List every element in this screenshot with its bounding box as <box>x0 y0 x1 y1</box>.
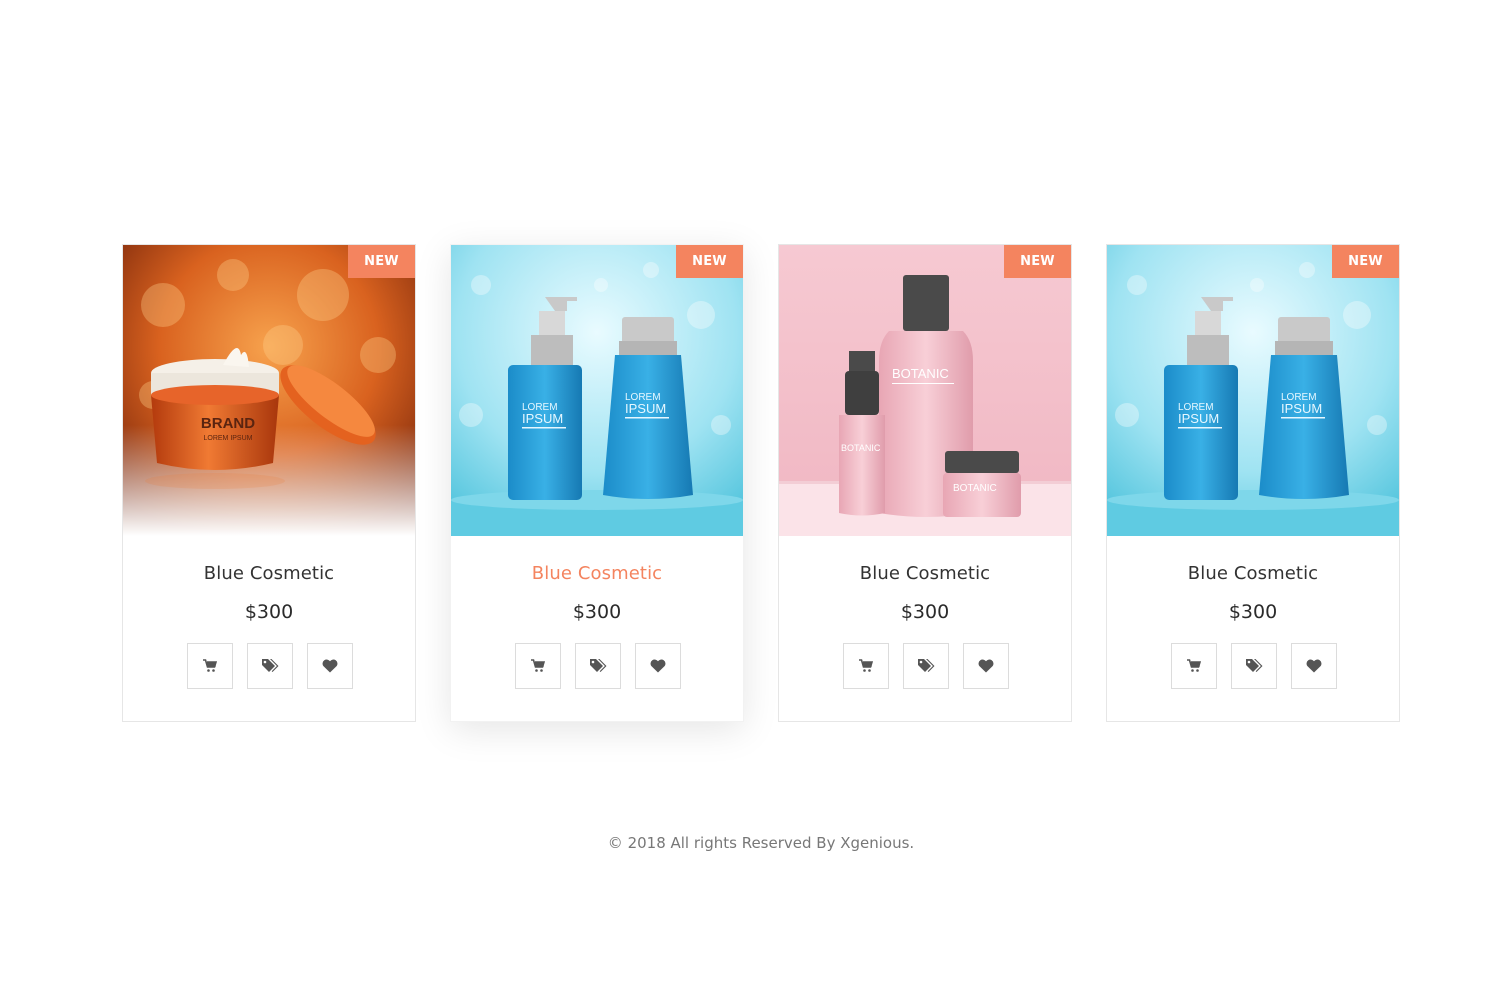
product-actions <box>187 643 353 689</box>
product-image[interactable]: BOTANIC BOTANIC BOTANIC <box>779 245 1071 536</box>
cart-icon <box>859 659 873 672</box>
new-badge: NEW <box>1332 245 1399 278</box>
cart-icon <box>1187 659 1201 672</box>
product-actions <box>515 643 681 689</box>
tags-button[interactable] <box>903 643 949 689</box>
heart-icon <box>1306 659 1322 673</box>
heart-icon <box>322 659 338 673</box>
product-price: $300 <box>244 601 294 623</box>
tags-button[interactable] <box>247 643 293 689</box>
pink-botanic-bottles-image: BOTANIC BOTANIC BOTANIC <box>779 245 1071 536</box>
product-title[interactable]: Blue Cosmetic <box>123 563 415 584</box>
product-title[interactable]: Blue Cosmetic <box>1107 563 1399 584</box>
add-to-cart-button[interactable] <box>515 643 561 689</box>
product-title[interactable]: Blue Cosmetic <box>779 563 1071 584</box>
tags-icon <box>262 659 279 672</box>
product-actions <box>1171 643 1337 689</box>
heart-icon <box>978 659 994 673</box>
product-grid: BRAND LOREM IPSUM NEW Blue Cosmetic $300 <box>122 244 1400 722</box>
cart-icon <box>531 659 545 672</box>
product-price: $300 <box>1228 601 1278 623</box>
product-price: $300 <box>900 601 950 623</box>
orange-cream-jar-image: BRAND LOREM IPSUM <box>123 245 415 536</box>
bottle-text-2: IPSUM <box>1178 411 1219 426</box>
product-image[interactable]: BRAND LOREM IPSUM <box>123 245 415 536</box>
product-price: $300 <box>572 601 622 623</box>
brand-text: BRAND <box>201 415 255 432</box>
bottle-text-2: IPSUM <box>522 411 563 426</box>
tags-icon <box>918 659 935 672</box>
product-image[interactable]: LOREM IPSUM LOREM IPSUM <box>1107 245 1399 536</box>
new-badge: NEW <box>676 245 743 278</box>
add-to-cart-button[interactable] <box>843 643 889 689</box>
product-image[interactable]: LOREM IPSUM LOREM IPSUM <box>451 245 743 536</box>
add-to-cart-button[interactable] <box>1171 643 1217 689</box>
brand-subtext: LOREM IPSUM <box>203 435 252 442</box>
botanic-text-2: BOTANIC <box>841 443 881 453</box>
product-card[interactable]: LOREM IPSUM LOREM IPSUM NEW Blue Cosmeti… <box>450 244 744 722</box>
heart-icon <box>650 659 666 673</box>
botanic-text-3: BOTANIC <box>953 483 997 494</box>
add-to-cart-button[interactable] <box>187 643 233 689</box>
tags-button[interactable] <box>575 643 621 689</box>
tags-button[interactable] <box>1231 643 1277 689</box>
blue-bottles-image: LOREM IPSUM LOREM IPSUM <box>451 245 743 536</box>
product-actions <box>843 643 1009 689</box>
wishlist-button[interactable] <box>307 643 353 689</box>
bottle-text-4: IPSUM <box>1281 401 1322 416</box>
footer-copyright: © 2018 All rights Reserved By Xgenious. <box>607 834 915 852</box>
botanic-text-1: BOTANIC <box>892 366 949 381</box>
product-card[interactable]: LOREM IPSUM LOREM IPSUM NEW Blue Cosmeti… <box>1106 244 1400 722</box>
product-title[interactable]: Blue Cosmetic <box>451 563 743 584</box>
tags-icon <box>1246 659 1263 672</box>
wishlist-button[interactable] <box>1291 643 1337 689</box>
wishlist-button[interactable] <box>635 643 681 689</box>
wishlist-button[interactable] <box>963 643 1009 689</box>
bottle-text-4: IPSUM <box>625 401 666 416</box>
cart-icon <box>203 659 217 672</box>
tags-icon <box>590 659 607 672</box>
new-badge: NEW <box>348 245 415 278</box>
product-card[interactable]: BOTANIC BOTANIC BOTANIC NEW Blue Cosmeti… <box>778 244 1072 722</box>
product-card[interactable]: BRAND LOREM IPSUM NEW Blue Cosmetic $300 <box>122 244 416 722</box>
new-badge: NEW <box>1004 245 1071 278</box>
blue-bottles-image: LOREM IPSUM LOREM IPSUM <box>1107 245 1399 536</box>
